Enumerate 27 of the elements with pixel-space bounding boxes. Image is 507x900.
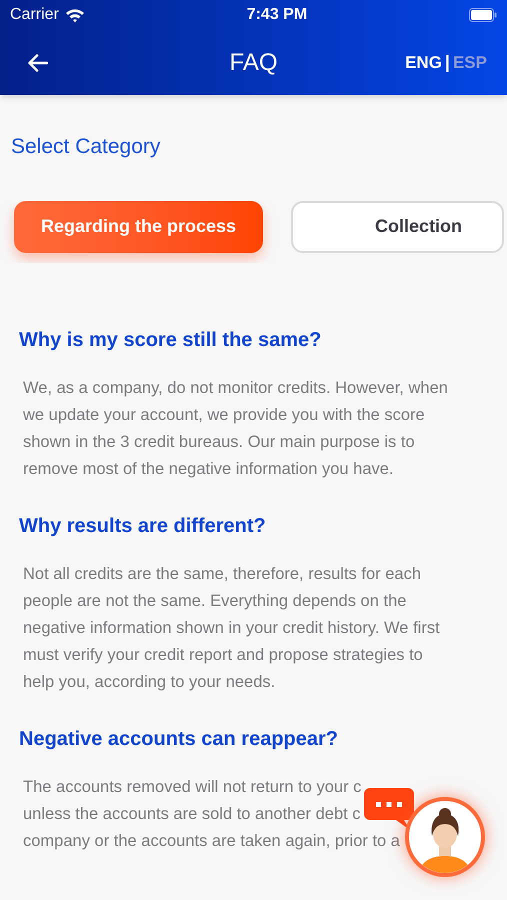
wifi-icon — [64, 8, 85, 22]
answer-line: we update your account, we provide you with the score — [23, 404, 425, 426]
answer-line: must verify your credit report and propose strategies to — [23, 644, 423, 666]
answer-line: We, as a company, do not monitor credits. However, when — [23, 378, 448, 398]
answer-line: Not all credits are the same, therefore, results for each — [23, 564, 422, 584]
answer-line: unless the accounts are sold to another debt c — [23, 804, 361, 824]
battery-icon — [468, 8, 497, 22]
answer-line: help you, according to your needs. — [23, 672, 276, 692]
answer-line: shown in the 3 credit bureaus. Our main purpose is to — [23, 432, 415, 452]
faq-question: Why results are different? — [19, 514, 267, 538]
section-title: Select Category — [11, 135, 160, 158]
answer-line: people are not the same. Everything depends on the — [23, 590, 406, 612]
language-toggle[interactable]: ENG — [405, 50, 442, 76]
carrier-text: Carrier — [10, 5, 59, 25]
faq-question: Why is my score still the same? — [19, 328, 322, 352]
answer-line: negative information shown in your credit history. We first — [23, 618, 440, 638]
page-title: FAQ — [230, 48, 278, 78]
language-separator: | — [444, 51, 450, 74]
answer-line: The accounts removed will not return to your c — [23, 776, 362, 798]
assistant-avatar-icon[interactable] — [404, 796, 486, 878]
faq-question: Negative accounts can reappear? — [19, 726, 340, 752]
typing-bubble-icon[interactable] — [364, 788, 414, 830]
answer-line: company or the accounts are taken again, prior to a — [23, 830, 400, 852]
back-arrow-icon[interactable] — [28, 54, 48, 72]
category-tab[interactable]: Collection — [291, 200, 504, 252]
answer-line: remove most of the negative information you have. — [23, 458, 394, 480]
clock-text: 7:43 PM — [246, 5, 308, 25]
